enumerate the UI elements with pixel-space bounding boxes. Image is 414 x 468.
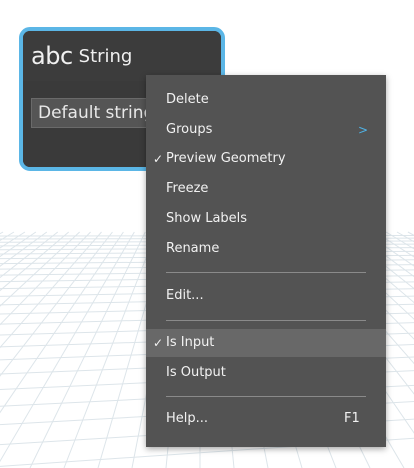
menu-item-label: Show Labels (166, 211, 248, 226)
menu-item-label: Is Output (166, 365, 226, 380)
menu-item-label: Freeze (166, 181, 209, 196)
submenu-chevron-right-icon: > (358, 123, 369, 137)
menu-item-edit[interactable]: Edit... (146, 282, 386, 310)
menu-item-rename[interactable]: Rename (146, 235, 386, 263)
node-header[interactable]: abc String (23, 31, 221, 81)
menu-item-help[interactable]: Help... F1 (146, 405, 386, 433)
menu-item-preview-geometry[interactable]: ✓ Preview Geometry (146, 145, 386, 173)
checkmark-icon: ✓ (153, 336, 164, 350)
menu-item-label: Preview Geometry (166, 151, 286, 166)
menu-item-is-input[interactable]: ✓ Is Input (146, 329, 386, 357)
node-type-icon: abc (31, 42, 73, 70)
menu-item-delete[interactable]: Delete (146, 86, 386, 114)
menu-separator (166, 396, 366, 397)
menu-item-label: Groups (166, 122, 213, 137)
menu-separator (166, 320, 366, 321)
menu-item-label: Help... (166, 411, 209, 426)
menu-item-label: Rename (166, 241, 220, 256)
menu-item-is-output[interactable]: Is Output (146, 359, 386, 387)
shortcut-label: F1 (344, 411, 360, 426)
menu-item-freeze[interactable]: Freeze (146, 175, 386, 203)
menu-separator (166, 272, 366, 273)
menu-item-groups[interactable]: Groups > (146, 116, 386, 144)
menu-item-label: Is Input (166, 335, 215, 350)
node-title: String (78, 45, 133, 67)
checkmark-icon: ✓ (153, 152, 164, 166)
menu-item-show-labels[interactable]: Show Labels (146, 205, 386, 233)
context-menu: Delete Groups > ✓ Preview Geometry Freez… (146, 75, 386, 447)
menu-item-label: Edit... (166, 288, 204, 303)
menu-item-label: Delete (166, 92, 209, 107)
